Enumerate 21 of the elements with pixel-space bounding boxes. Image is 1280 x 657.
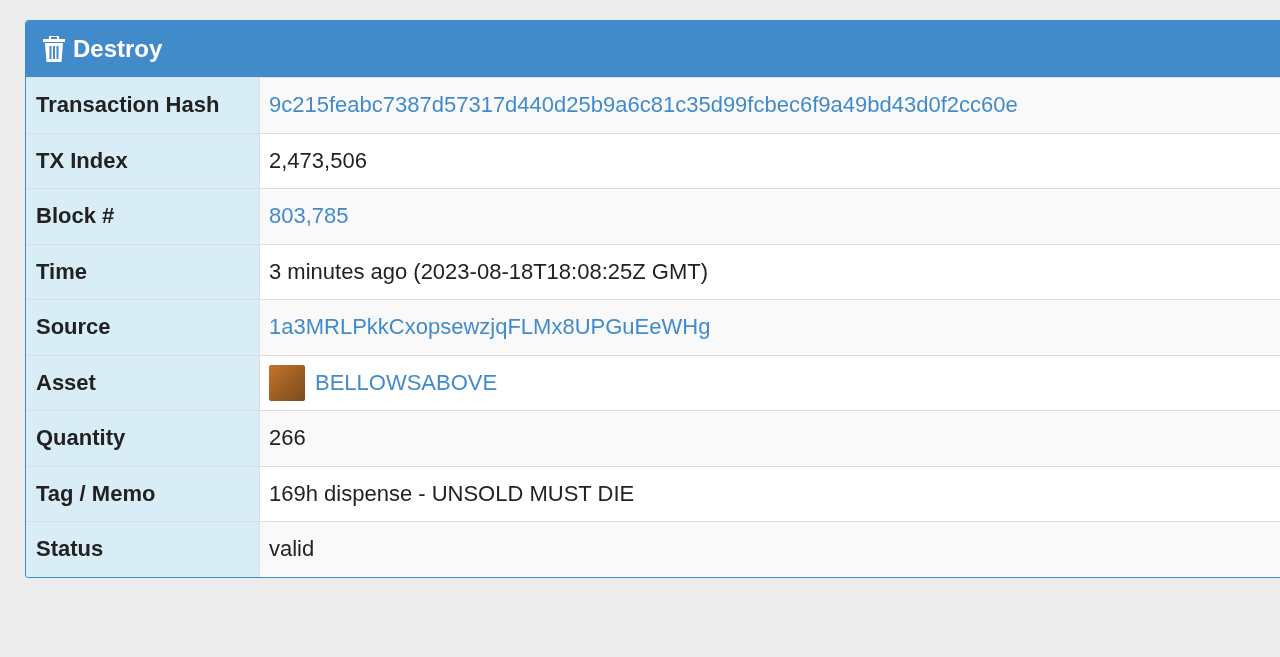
asset-image-placeholder [269, 364, 305, 401]
row-label: Asset [26, 355, 260, 410]
row-label: Source [26, 300, 260, 355]
value-text: valid [269, 536, 315, 563]
row-label: TX Index [26, 133, 260, 188]
value-text: 169h dispense - UNSOLD MUST DIE [269, 480, 635, 507]
trash-icon [43, 36, 65, 62]
value-text: 2,473,506 [269, 147, 367, 174]
row-label: Quantity [26, 411, 260, 466]
value-text: 3 minutes ago (2023-08-18T18:08:25Z GMT) [269, 258, 708, 285]
row-label: Transaction Hash [26, 78, 260, 133]
row-label: Block # [26, 189, 260, 244]
row-label: Time [26, 244, 260, 299]
row-label: Status [26, 522, 260, 577]
value-link[interactable]: 803,785 [269, 203, 349, 230]
panel-title: Destroy [73, 35, 163, 63]
asset-link[interactable]: BELLOWSABOVE [315, 369, 498, 396]
value-text: 266 [269, 425, 306, 452]
row-label: Tag / Memo [26, 466, 260, 521]
value-link[interactable]: 9c215feabc7387d57317d440d25b9a6c81c35d99fcbec6f9a49bd43d0f2cc60e [269, 92, 1018, 119]
value-link[interactable]: 1a3MRLPkkCxopsewzjqFLMx8UPGuEeWHg [269, 314, 711, 341]
